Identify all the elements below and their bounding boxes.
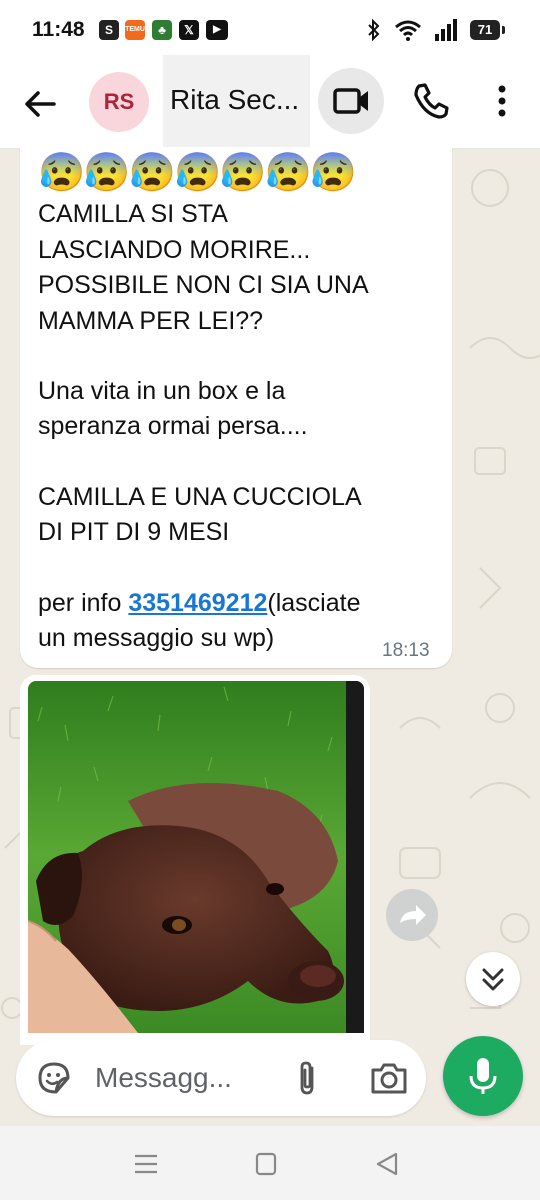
video-call-icon — [333, 88, 368, 114]
status-indicators: 71 — [366, 18, 505, 42]
contact-avatar[interactable]: RS — [89, 72, 149, 132]
message-line-info: per info 3351469212(lasciate — [38, 589, 360, 618]
message-text: per info — [38, 589, 129, 617]
scroll-to-bottom-button[interactable] — [466, 952, 520, 1006]
message-input[interactable] — [95, 1058, 285, 1098]
contact-name[interactable]: Rita Sec... — [170, 84, 299, 116]
message-line: DI PIT DI 9 MESI — [38, 518, 230, 546]
message-text: (lasciate — [267, 589, 361, 617]
bluetooth-icon — [368, 18, 380, 42]
wifi-icon — [395, 20, 421, 41]
status-app-icon: S — [99, 20, 119, 40]
forward-icon — [400, 905, 426, 925]
message-line: un messaggio su wp) — [38, 624, 275, 652]
message-line: POSSIBILE NON CI SIA UNA — [38, 271, 369, 299]
status-app-icon: ▶ — [206, 20, 228, 40]
video-call-button[interactable] — [318, 68, 384, 134]
forward-button[interactable] — [386, 889, 438, 941]
message-line: speranza ormai persa.... — [38, 412, 308, 440]
mic-icon — [469, 1058, 497, 1094]
message-line: MAMMA PER LEI?? — [38, 307, 264, 335]
voice-message-button[interactable] — [443, 1036, 523, 1116]
chevron-double-down-icon — [482, 968, 504, 991]
message-line: CAMILLA E UNA CUCCIOLA — [38, 483, 362, 511]
recents-menu-icon[interactable] — [131, 1150, 161, 1178]
emoji-row: 😰😰😰😰😰😰😰 — [38, 152, 357, 194]
more-vert-icon[interactable] — [488, 80, 516, 122]
camera-icon[interactable] — [369, 1060, 409, 1096]
dog-photo[interactable] — [28, 681, 364, 1033]
signal-icon — [435, 19, 457, 41]
phone-icon[interactable] — [410, 80, 452, 122]
status-app-icon: ♣ — [152, 20, 172, 40]
message-line: CAMILLA SI STA — [38, 200, 228, 228]
message-timestamp: 18:13 — [382, 640, 430, 661]
back-arrow-icon[interactable] — [20, 84, 60, 124]
back-triangle-icon[interactable] — [372, 1150, 402, 1178]
paperclip-icon[interactable] — [290, 1058, 324, 1098]
status-app-icon: TEMU — [125, 20, 145, 40]
battery-indicator: 71 — [470, 20, 505, 40]
message-line: LASCIANDO MORIRE... — [38, 236, 311, 264]
status-bar: 11:48 S TEMU ♣ 𝕏 ▶ 71 — [0, 0, 540, 60]
phone-number-link[interactable]: 3351469212 — [128, 589, 267, 617]
sticker-icon[interactable] — [36, 1060, 72, 1096]
status-time: 11:48 — [32, 18, 85, 41]
message-line: Una vita in un box e la — [38, 377, 286, 405]
status-app-icon: 𝕏 — [179, 20, 199, 40]
home-icon[interactable] — [251, 1150, 281, 1178]
